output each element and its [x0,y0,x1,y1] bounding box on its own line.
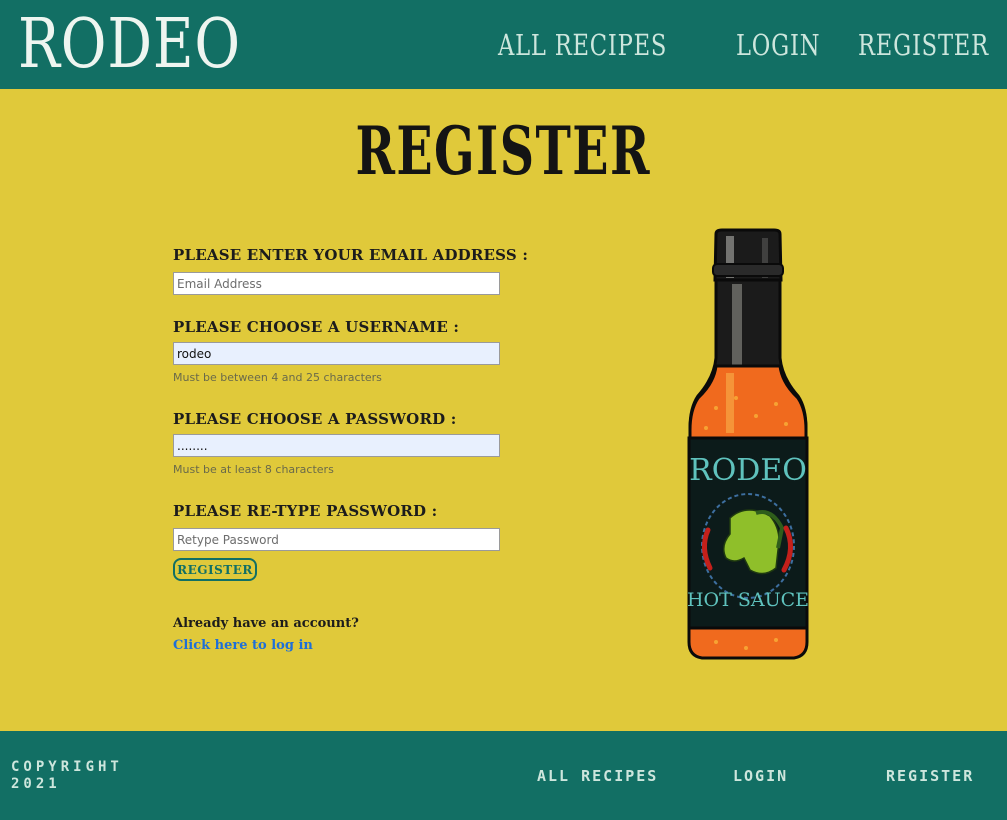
password-label: PLEASE CHOOSE A PASSWORD : [173,410,457,428]
nav-link-register[interactable]: REGISTER [858,28,989,62]
login-link[interactable]: Click here to log in [173,638,313,653]
bottle-product-text: HOT SAUCE [687,589,809,611]
nav-register: REGISTER [858,0,1007,89]
site-footer: COPYRIGHT 2021 ALL RECIPES LOGIN REGISTE… [0,731,1007,820]
username-label: PLEASE CHOOSE A USERNAME : [173,318,460,336]
username-field[interactable] [173,342,500,365]
nav-login: LOGIN [736,0,844,89]
password-group: PLEASE CHOOSE A PASSWORD : Must be at le… [173,408,503,477]
retype-password-label: PLEASE RE-TYPE PASSWORD : [173,502,438,520]
password-hint: Must be at least 8 characters [173,463,334,476]
footer-link-login[interactable]: LOGIN [733,767,788,785]
retype-password-field[interactable] [173,528,500,551]
retype-password-group: PLEASE RE-TYPE PASSWORD : [173,500,503,551]
footer-link-all-recipes[interactable]: ALL RECIPES [537,767,658,785]
username-group: PLEASE CHOOSE A USERNAME : Must be betwe… [173,316,503,385]
copyright-line1: COPYRIGHT [11,759,123,775]
email-group: PLEASE ENTER YOUR EMAIL ADDRESS : [173,244,529,295]
email-label: PLEASE ENTER YOUR EMAIL ADDRESS : [173,246,529,264]
copyright-line2: 2021 [11,776,61,792]
password-field[interactable] [173,434,500,457]
nav-link-all-recipes[interactable]: ALL RECIPES [498,28,667,62]
username-hint: Must be between 4 and 25 characters [173,371,382,384]
page-title: REGISTER [0,112,1007,190]
email-field[interactable] [173,272,500,295]
bottle-brand-text: RODEO [689,453,807,488]
page-title-text: REGISTER [355,112,652,190]
copyright: COPYRIGHT 2021 [11,759,123,793]
site-header: RODEO ALL RECIPES LOGIN REGISTER [0,0,1007,89]
register-button[interactable]: REGISTER [173,558,257,581]
nav-link-login[interactable]: LOGIN [736,28,820,62]
nav-all-recipes: ALL RECIPES [498,0,715,89]
account-prompt: Already have an account? [173,616,359,631]
hot-sauce-bottle-image: RODEO HOT SAUCE [687,228,809,660]
footer-link-register[interactable]: REGISTER [886,767,974,785]
site-logo[interactable]: RODEO [18,2,241,88]
